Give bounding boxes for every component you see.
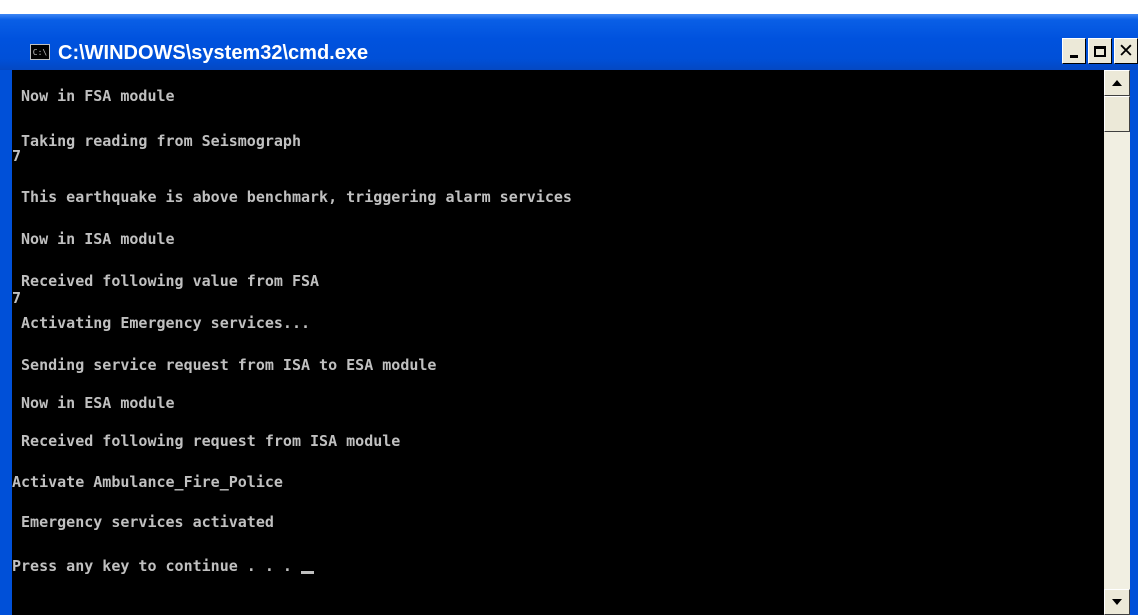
console-line: Now in ESA module: [12, 394, 175, 412]
text-cursor: [300, 571, 314, 574]
window-frame-right: [1130, 70, 1138, 615]
console-line: Taking reading from Seismograph: [12, 132, 301, 150]
vertical-scrollbar[interactable]: [1104, 70, 1130, 615]
console-line: Emergency services activated: [12, 513, 274, 531]
scroll-up-button[interactable]: [1104, 70, 1130, 96]
console-line: Sending service request from ISA to ESA …: [12, 356, 437, 374]
console-output[interactable]: Now in FSA module Taking reading from Se…: [12, 70, 1104, 615]
close-icon: ✕: [1118, 39, 1134, 62]
close-button[interactable]: ✕: [1114, 38, 1138, 64]
console-line: This earthquake is above benchmark, trig…: [12, 188, 572, 206]
arrow-down-icon: [1112, 599, 1122, 605]
scroll-down-button[interactable]: [1104, 589, 1130, 615]
window-frame-left: [0, 70, 12, 615]
cmd-window: C:\ C:\WINDOWS\system32\cmd.exe ✕ Now in…: [0, 0, 1138, 615]
minimize-icon: [1070, 54, 1078, 58]
window-title: C:\WINDOWS\system32\cmd.exe: [58, 42, 369, 64]
console-line: 7: [12, 289, 22, 307]
console-line: Activating Emergency services...: [12, 314, 311, 332]
console-prompt-line: Press any key to continue . . .: [12, 557, 314, 575]
console-line: Received following request from ISA modu…: [12, 432, 401, 450]
maximize-button[interactable]: [1088, 38, 1112, 64]
console-icon[interactable]: C:\: [30, 44, 50, 60]
window-controls: ✕: [1060, 38, 1138, 68]
maximize-icon: [1094, 45, 1106, 57]
console-line: Now in ISA module: [12, 230, 175, 248]
title-bar[interactable]: C:\ C:\WINDOWS\system32\cmd.exe ✕: [0, 14, 1138, 70]
console-line: 7: [12, 147, 22, 165]
console-line: Activate Ambulance_Fire_Police: [12, 473, 283, 491]
console-line: Now in FSA module: [12, 87, 175, 105]
console-line: Received following value from FSA: [12, 272, 320, 290]
console-prompt-text: Press any key to continue . . .: [12, 557, 301, 575]
scrollbar-thumb[interactable]: [1104, 96, 1130, 132]
minimize-button[interactable]: [1062, 38, 1086, 64]
arrow-up-icon: [1112, 80, 1122, 86]
